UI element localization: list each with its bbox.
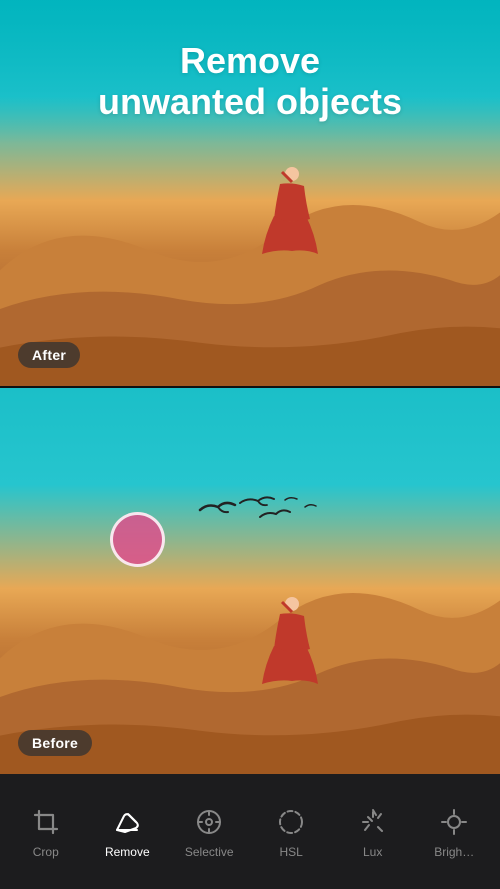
hsl-icon — [274, 805, 308, 839]
eraser-icon — [110, 805, 144, 839]
images-area: Remove unwanted objects — [0, 0, 500, 774]
lux-label: Lux — [363, 845, 382, 859]
tool-brightness[interactable]: Brigh… — [424, 797, 484, 867]
birds — [140, 485, 340, 540]
figure-before — [260, 594, 320, 689]
brightness-icon — [437, 805, 471, 839]
before-badge: Before — [18, 730, 92, 756]
after-photo: Remove unwanted objects — [0, 0, 500, 386]
hsl-label: HSL — [279, 845, 302, 859]
app: Remove unwanted objects — [0, 0, 500, 889]
tool-crop[interactable]: Crop — [16, 797, 76, 867]
selective-label: Selective — [185, 845, 234, 859]
tool-remove[interactable]: Remove — [97, 797, 157, 867]
tool-hsl[interactable]: HSL — [261, 797, 321, 867]
lux-icon — [356, 805, 390, 839]
toolbar: Crop Remove — [0, 774, 500, 889]
before-panel: Before — [0, 388, 500, 774]
selective-icon — [192, 805, 226, 839]
figure-after — [260, 164, 320, 259]
tool-lux[interactable]: Lux — [343, 797, 403, 867]
selection-circle — [110, 512, 165, 567]
after-panel: Remove unwanted objects — [0, 0, 500, 386]
brightness-label: Brigh… — [434, 845, 474, 859]
header: Remove unwanted objects — [0, 0, 500, 143]
before-photo: Before — [0, 388, 500, 774]
crop-label: Crop — [33, 845, 59, 859]
tool-selective[interactable]: Selective — [179, 797, 240, 867]
hero-title: Remove unwanted objects — [0, 40, 500, 123]
crop-icon — [29, 805, 63, 839]
remove-label: Remove — [105, 845, 150, 859]
after-badge: After — [18, 342, 80, 368]
